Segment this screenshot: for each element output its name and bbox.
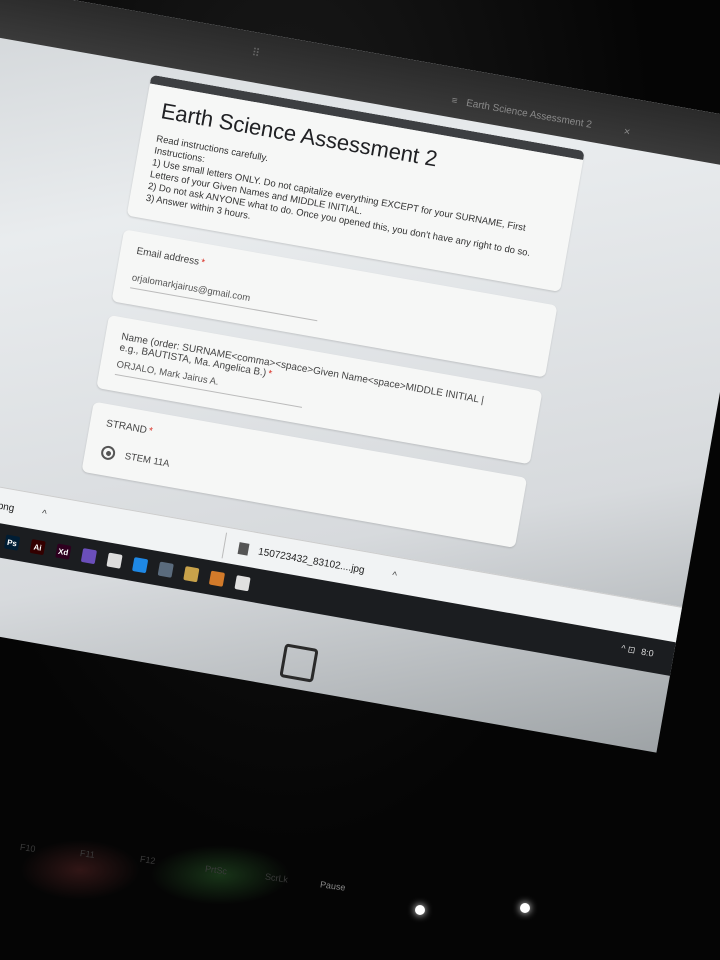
strand-option-label: STEM 11A: [123, 450, 171, 470]
chevron-up-icon[interactable]: ^: [41, 508, 48, 520]
menu-icon[interactable]: ⠿: [251, 46, 261, 60]
close-icon[interactable]: ×: [623, 126, 631, 139]
vscode-icon[interactable]: [132, 557, 149, 574]
download-filename: 143310184_44061....png: [0, 483, 16, 514]
keyboard-led: [415, 905, 425, 915]
chrome-alt-icon[interactable]: [234, 575, 251, 592]
key-f11: F11: [79, 848, 96, 860]
system-tray: ^ ⊡ 8:0: [620, 643, 654, 660]
illustrator-icon[interactable]: Ai: [29, 538, 46, 556]
photo-stage: ⠿ ≡ Earth Science Assessment 2 × Earth S…: [0, 0, 720, 960]
key-pause: Pause: [319, 879, 347, 893]
key-f10: F10: [19, 841, 37, 855]
tray-icons[interactable]: ^ ⊡: [620, 643, 636, 656]
required-asterisk: *: [267, 368, 273, 381]
radio-selected-icon[interactable]: [100, 444, 117, 462]
monitor-brand-logo: [279, 643, 319, 683]
key-f12: F12: [139, 853, 157, 867]
photoshop-icon[interactable]: Ps: [3, 534, 21, 551]
network-app-icon[interactable]: [157, 561, 174, 578]
xd-icon[interactable]: Xd: [55, 543, 72, 560]
download-separator: [221, 532, 228, 559]
radio-dot: [105, 450, 112, 456]
required-asterisk: *: [147, 425, 154, 438]
forms-tab-icon: ≡: [450, 95, 459, 108]
required-asterisk: *: [199, 257, 206, 269]
email-label-text: Email address: [135, 245, 200, 268]
media-app-icon[interactable]: [183, 566, 200, 583]
keyboard: F10 F11 F12 PrtSc ScrLk Pause: [0, 835, 720, 915]
chevron-up-icon[interactable]: ^: [391, 570, 398, 582]
strand-label-text: STRAND: [105, 418, 148, 437]
clock[interactable]: 8:0: [640, 647, 654, 660]
app-icon[interactable]: [80, 548, 98, 565]
form-column: Earth Science Assessment 2 Read instruct…: [79, 74, 585, 562]
photos-app-icon[interactable]: [208, 570, 226, 587]
keyboard-led: [520, 903, 530, 913]
monitor-screen: ⠿ ≡ Earth Science Assessment 2 × Earth S…: [0, 0, 720, 753]
browser-tab-title[interactable]: Earth Science Assessment 2: [465, 98, 592, 131]
file-icon: [237, 542, 250, 556]
chrome-icon[interactable]: [106, 552, 123, 569]
